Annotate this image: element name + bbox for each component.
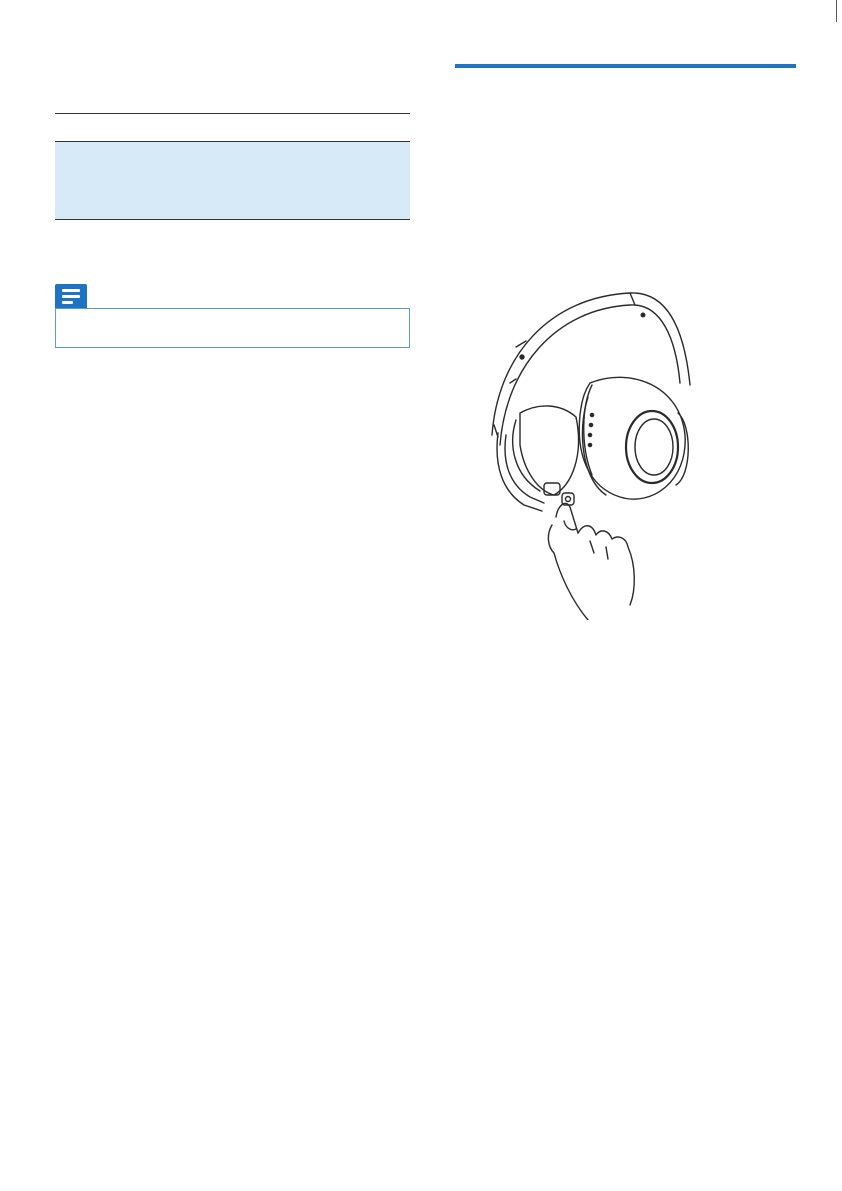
headphones-button-press-illustration (480, 285, 730, 621)
table-row (55, 142, 410, 219)
section-heading-rule (455, 64, 796, 68)
table-header-row (55, 114, 410, 141)
note-body (55, 308, 410, 348)
note-icon (55, 284, 87, 308)
table-bottom-rule (55, 219, 410, 220)
spec-table (55, 113, 410, 220)
page-edge-marker (836, 0, 837, 22)
note-callout (55, 284, 410, 348)
